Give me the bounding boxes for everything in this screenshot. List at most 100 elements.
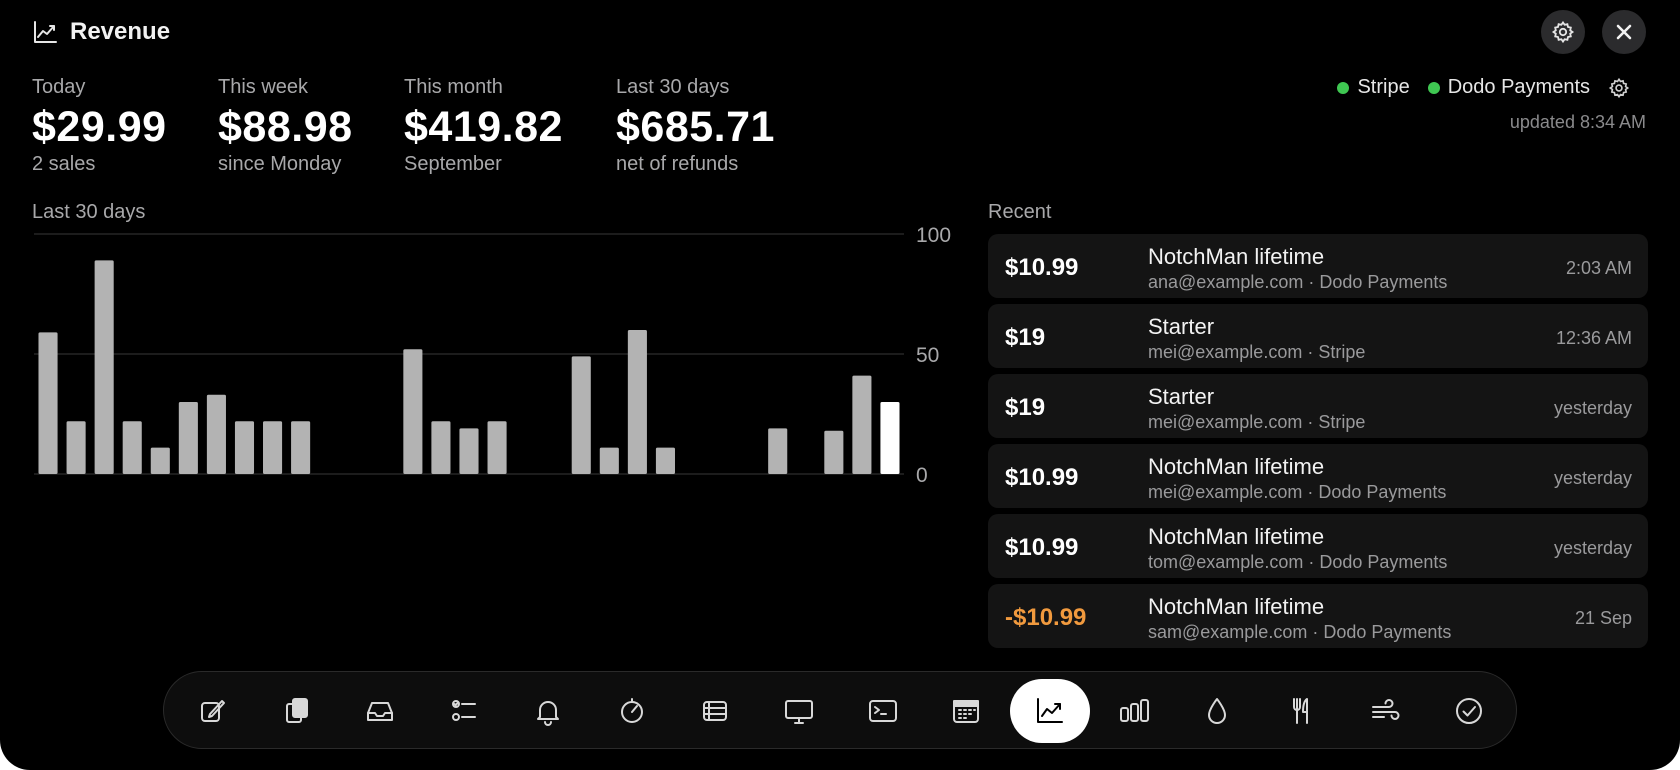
clipboard-icon	[285, 698, 308, 723]
panel-header: Revenue	[32, 18, 170, 46]
settings-button[interactable]	[1541, 10, 1585, 54]
timer-icon	[620, 698, 643, 723]
chart-bar[interactable]	[38, 332, 58, 474]
chart-bar[interactable]	[655, 447, 675, 474]
recent-sale-row[interactable]: $10.99 NotchMan lifetime tom@example.com ·…	[988, 514, 1648, 578]
status-dot	[1427, 81, 1440, 94]
list-icon	[703, 701, 728, 721]
chart-bar[interactable]	[880, 402, 900, 474]
sale-meta: sam@example.com · Dodo Payments	[1148, 622, 1452, 642]
stat-today: Today $29.99 2 sales	[32, 76, 167, 176]
sale-time: 21 Sep	[1574, 608, 1632, 628]
chart-bar[interactable]	[627, 330, 647, 474]
provider-status: Stripe Dodo Payments	[1337, 76, 1630, 99]
sale-amount: $10.99	[1005, 534, 1079, 561]
stat-value: $685.71	[616, 103, 775, 151]
recent-sale-row[interactable]: $19 Starter mei@example.com · Stripe 12:36 …	[988, 304, 1648, 368]
app-dock	[163, 671, 1517, 749]
chart-bar[interactable]	[852, 375, 872, 474]
stat-value: $29.99	[32, 103, 167, 151]
sale-amount: -$10.99	[1005, 604, 1087, 631]
close-button[interactable]	[1602, 10, 1646, 54]
terminal-icon	[868, 700, 897, 722]
dock-item-clipboard[interactable]	[257, 679, 337, 743]
updated-timestamp: updated 8:34 AM	[1509, 112, 1646, 132]
chart-line-icon	[34, 21, 57, 43]
chart-bar[interactable]	[459, 428, 479, 474]
chart-bar[interactable]	[431, 421, 451, 474]
dock-item-list[interactable]	[675, 679, 755, 743]
sale-meta: ana@example.com · Dodo Payments	[1148, 272, 1448, 292]
sale-time: 2:03 AM	[1565, 258, 1632, 278]
chart-bar[interactable]	[150, 447, 170, 474]
recent-sale-row[interactable]: -$10.99 NotchMan lifetime sam@example.com …	[988, 584, 1648, 648]
compose-icon	[201, 700, 225, 722]
dock-item-checklist[interactable]	[424, 679, 504, 743]
dock-item-display[interactable]	[759, 679, 839, 743]
status-dot	[1337, 81, 1350, 94]
dock-item-timer[interactable]	[592, 679, 672, 743]
dock-item-inbox[interactable]	[340, 679, 420, 743]
close-icon	[1616, 24, 1632, 40]
stat-value: $88.98	[218, 103, 353, 151]
y-tick-label: 50	[916, 344, 939, 367]
chart-bar[interactable]	[571, 356, 591, 474]
provider-name: Stripe	[1357, 76, 1410, 98]
chart-line-icon	[1037, 698, 1063, 723]
dock-item-compose[interactable]	[173, 679, 253, 743]
chart-bar[interactable]	[403, 349, 423, 474]
chart-bar[interactable]	[263, 421, 283, 474]
dock-item-chart-line[interactable]	[1010, 679, 1090, 743]
provider-dodo: Dodo Payments	[1427, 76, 1590, 99]
checkmark-circle-icon	[1455, 698, 1482, 724]
sale-amount: $19	[1005, 394, 1046, 421]
chart-title: Last 30 days	[32, 201, 146, 223]
recent-sale-row[interactable]: $10.99 NotchMan lifetime mei@example.com ·…	[988, 444, 1648, 508]
wind-icon	[1371, 699, 1400, 720]
stat-label: Last 30 days	[616, 76, 730, 98]
stat-last-30-days: Last 30 days $685.71 net of refunds	[616, 76, 775, 176]
chart-bar[interactable]	[122, 421, 142, 474]
bell-icon	[536, 701, 559, 726]
sale-product: NotchMan lifetime	[1148, 454, 1325, 479]
dock-item-bell[interactable]	[508, 679, 588, 743]
chart-bar[interactable]	[206, 394, 226, 474]
recent-sale-row[interactable]: $10.99 NotchMan lifetime ana@example.com ·…	[988, 234, 1648, 298]
sale-amount: $10.99	[1005, 464, 1079, 491]
chart-bar[interactable]	[66, 421, 86, 474]
chart-bar[interactable]	[824, 430, 844, 474]
chart-bar[interactable]	[768, 428, 788, 474]
chart-bar[interactable]	[599, 447, 619, 474]
dock-item-calendar[interactable]	[926, 679, 1006, 743]
stat-sub: since Monday	[218, 153, 342, 175]
gear-icon[interactable]	[1608, 77, 1630, 99]
dock-item-wind[interactable]	[1345, 679, 1425, 743]
checklist-icon	[452, 700, 477, 721]
sale-product: NotchMan lifetime	[1148, 594, 1325, 619]
stat-sub: net of refunds	[616, 153, 739, 175]
y-tick-label: 0	[916, 464, 928, 485]
recent-sale-row[interactable]: $19 Starter mei@example.com · Stripe yester…	[988, 374, 1648, 438]
stat-label: This month	[404, 76, 503, 98]
revenue-bar-chart: 100 50 0	[34, 225, 951, 485]
dock-item-fork-knife[interactable]	[1261, 679, 1341, 743]
calendar-icon	[953, 700, 980, 723]
stat-this-month: This month $419.82 September	[404, 76, 563, 176]
chart-bar[interactable]	[94, 260, 114, 474]
sale-meta: tom@example.com · Dodo Payments	[1148, 552, 1448, 572]
dock-item-checkmark-circle[interactable]	[1429, 679, 1509, 743]
chart-bar[interactable]	[178, 402, 198, 474]
dock-item-drop[interactable]	[1177, 679, 1257, 743]
sale-product: Starter	[1148, 384, 1215, 409]
chart-bar[interactable]	[291, 421, 311, 474]
sale-amount: $19	[1005, 324, 1046, 351]
sale-time: yesterday	[1553, 468, 1632, 488]
fork-knife-icon	[1293, 698, 1309, 724]
stat-this-week: This week $88.98 since Monday	[218, 76, 353, 176]
display-icon	[784, 700, 813, 724]
chart-bar[interactable]	[487, 421, 507, 474]
chart-bar[interactable]	[234, 421, 255, 474]
dock-item-bar-chart[interactable]	[1094, 679, 1174, 743]
page-title: Revenue	[70, 18, 171, 45]
dock-item-terminal[interactable]	[843, 679, 923, 743]
